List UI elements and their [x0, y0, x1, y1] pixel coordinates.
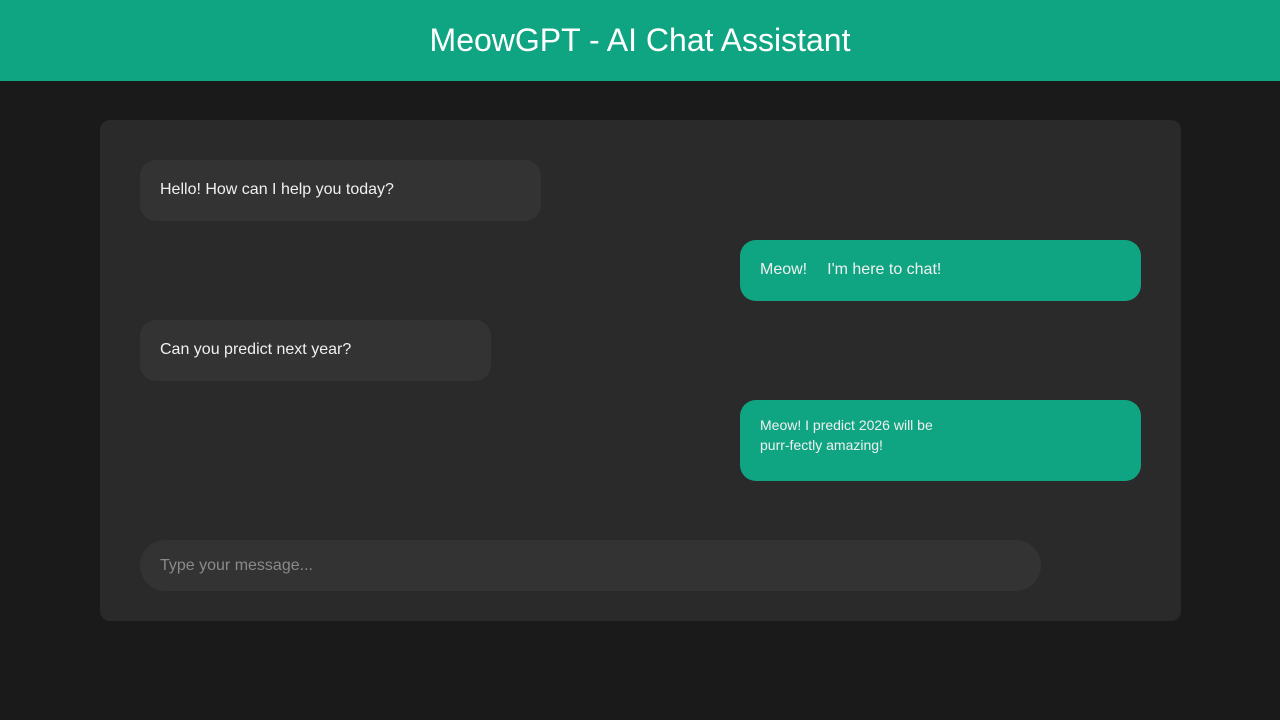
message-text-line2: purr-fectly amazing! — [760, 437, 883, 453]
chat-panel: Hello! How can I help you today? Meow! I'… — [100, 120, 1181, 621]
app-header: MeowGPT - AI Chat Assistant — [0, 0, 1280, 81]
assistant-message: Hello! How can I help you today? — [140, 160, 541, 221]
user-message: Meow! I predict 2026 will be purr-fectly… — [740, 400, 1141, 481]
message-input[interactable] — [140, 540, 1041, 591]
user-message: Meow! I'm here to chat! — [740, 240, 1141, 301]
assistant-message: Can you predict next year? — [140, 320, 491, 381]
message-text: Hello! How can I help you today? — [160, 181, 394, 198]
message-text-part2: I'm here to chat! — [827, 261, 942, 278]
message-text-part1: Meow! — [760, 261, 808, 278]
message-input-container — [140, 540, 1041, 591]
message-text-line1: Meow! I predict 2026 will be — [760, 417, 933, 433]
app-title: MeowGPT - AI Chat Assistant — [429, 22, 851, 58]
message-text: Can you predict next year? — [160, 341, 352, 358]
